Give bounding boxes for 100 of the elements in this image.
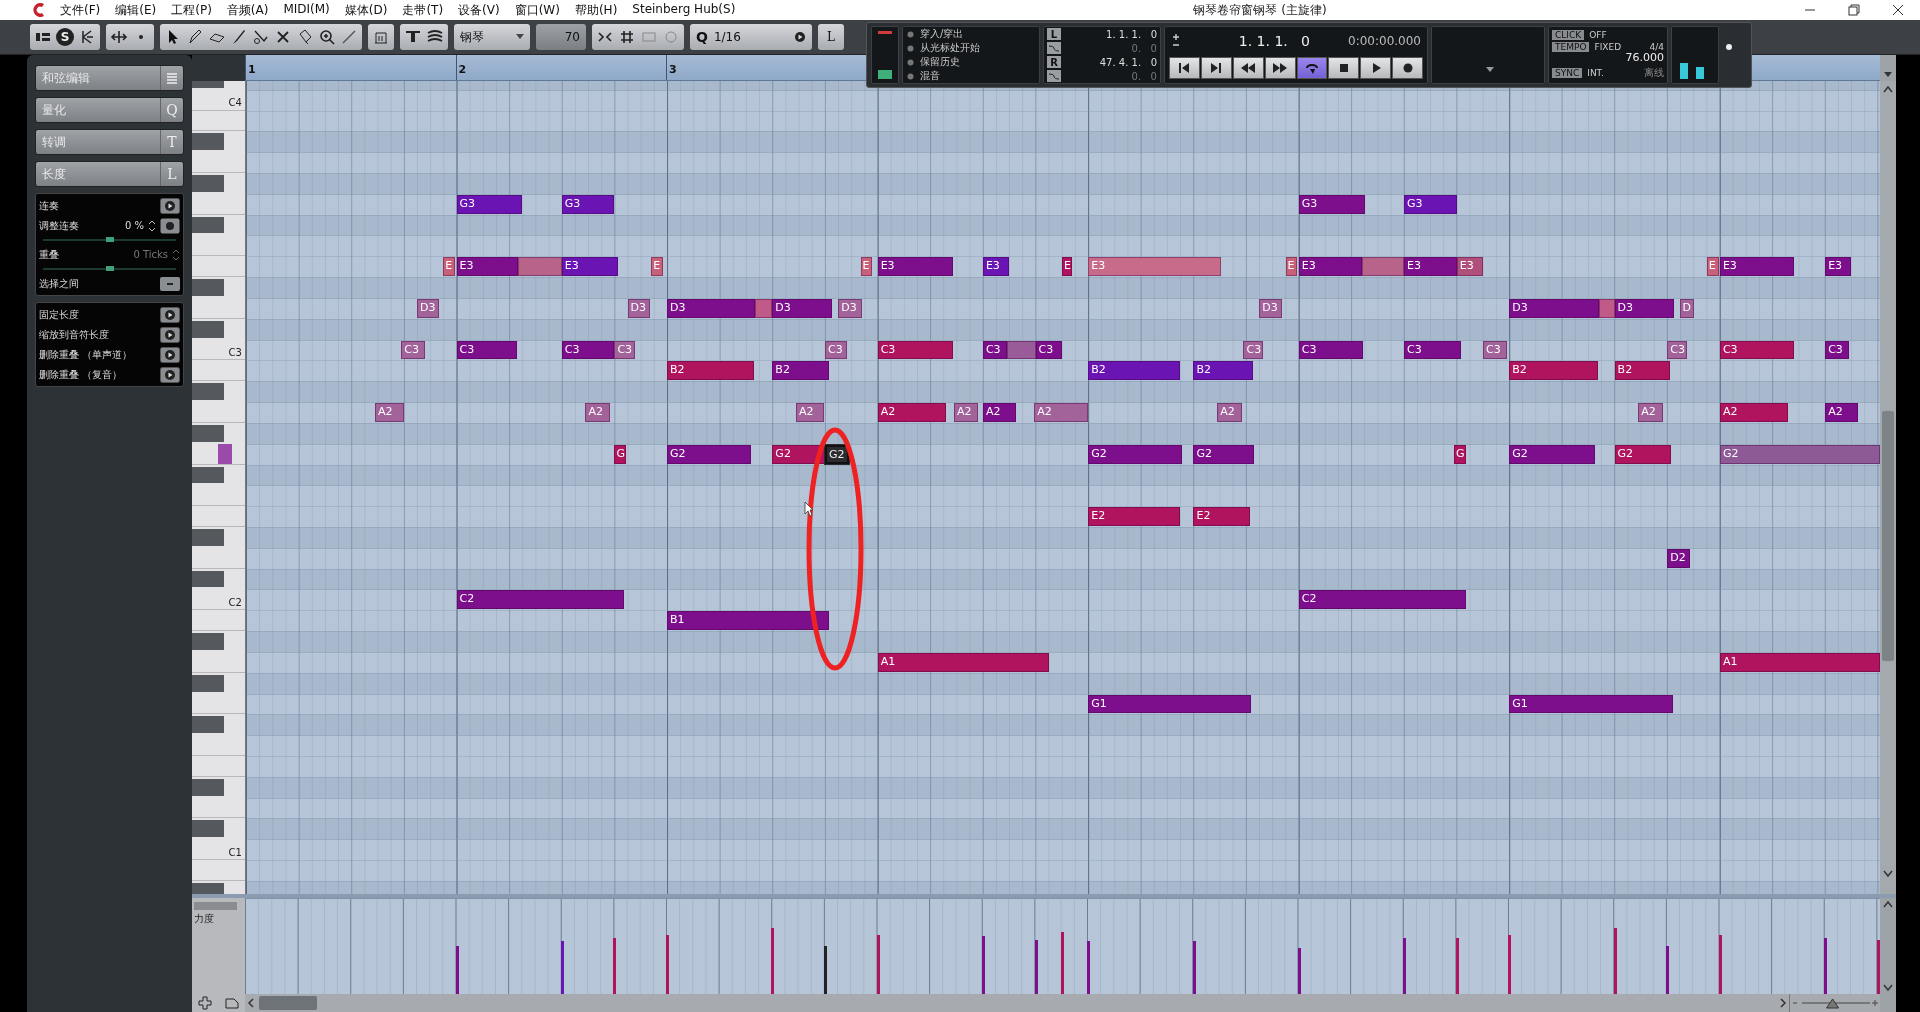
rewind-button[interactable] [1232, 57, 1264, 79]
note-grid[interactable] [245, 81, 1880, 894]
note-block[interactable]: C3 [1404, 340, 1461, 360]
menu-item[interactable]: 帮助(H) [574, 1, 618, 19]
slider-thumb[interactable] [1826, 998, 1840, 1009]
note-block[interactable]: D2 [1667, 548, 1690, 568]
cycle-button[interactable] [1296, 57, 1328, 79]
note-block[interactable]: A2 [796, 403, 824, 422]
note-block[interactable]: E [651, 257, 664, 277]
note-block[interactable]: B2 [667, 361, 754, 381]
note-block[interactable]: E3 [1298, 257, 1362, 277]
note-block[interactable]: B2 [1509, 361, 1598, 381]
mode-label[interactable]: 穿入/穿出 [920, 27, 964, 41]
note-block[interactable]: G3 [1298, 194, 1365, 214]
page-icon[interactable] [224, 996, 239, 1010]
instrument-dropdown[interactable]: 钢琴 [454, 24, 530, 50]
link-button[interactable] [160, 217, 180, 234]
sharp-key[interactable] [192, 466, 224, 484]
note-block[interactable] [755, 298, 773, 318]
note-block[interactable]: A2 [585, 403, 611, 422]
forward-button[interactable] [1264, 57, 1296, 79]
velocity-bar[interactable] [1403, 938, 1407, 994]
sharp-key[interactable] [192, 383, 224, 401]
note-block[interactable]: G [614, 444, 627, 464]
note-block[interactable]: G2 [667, 444, 752, 464]
note-block[interactable]: C3 [1719, 340, 1794, 360]
note-block[interactable]: C3 [456, 340, 518, 360]
note-block[interactable]: B1 [667, 611, 829, 631]
note-block[interactable]: B2 [1088, 361, 1181, 381]
brush-icon[interactable] [230, 28, 248, 46]
note-block[interactable] [1361, 257, 1405, 277]
note-block[interactable]: D3 [772, 298, 832, 318]
menu-item[interactable]: MIDI(M) [283, 1, 330, 19]
note-block[interactable]: G2 [825, 444, 849, 464]
sharp-key[interactable] [192, 716, 224, 734]
note-block[interactable]: E3 [1404, 257, 1457, 277]
note-block[interactable]: G2 [1509, 444, 1595, 464]
velocity-bar[interactable] [1087, 941, 1091, 994]
menu-item[interactable]: 文件(F) [60, 1, 101, 19]
note-block[interactable]: A2 [1825, 403, 1859, 422]
pencil-icon[interactable] [186, 28, 204, 46]
note-block[interactable]: A2 [1719, 403, 1789, 422]
highlighted-key[interactable] [192, 443, 245, 465]
note-block[interactable]: D3 [1509, 298, 1599, 318]
menu-item[interactable]: 窗口(W) [514, 1, 560, 19]
note-block[interactable]: D3 [667, 298, 756, 318]
note-block[interactable]: G1 [1509, 694, 1673, 714]
note-block[interactable]: E [1285, 257, 1298, 277]
note-block[interactable]: E [443, 257, 456, 277]
note-block[interactable]: C3 [825, 340, 848, 360]
slider[interactable] [43, 265, 176, 273]
note-block[interactable]: D [1680, 298, 1694, 318]
note-block[interactable]: E3 [877, 257, 953, 277]
curve-icon[interactable] [1048, 71, 1060, 81]
note-block[interactable]: A2 [1638, 403, 1664, 422]
note-block[interactable]: E3 [1719, 257, 1794, 277]
note-block[interactable] [518, 257, 562, 277]
note-block[interactable]: D3 [1614, 298, 1674, 318]
note-block[interactable]: E [1061, 257, 1073, 277]
note-block[interactable]: E3 [456, 257, 519, 277]
play-button[interactable] [160, 366, 180, 383]
velocity-lane[interactable] [245, 898, 1880, 994]
note-block[interactable]: G2 [1719, 444, 1880, 464]
note-block[interactable]: G2 [772, 444, 825, 464]
note-block[interactable]: E3 [1825, 257, 1852, 277]
velocity-bar[interactable] [1824, 938, 1828, 994]
volume-knob[interactable] [1726, 44, 1732, 50]
note-block[interactable]: C3 [614, 340, 636, 360]
quantize-dropdown[interactable]: Q 1/16 [690, 24, 812, 50]
sharp-key[interactable] [192, 882, 224, 894]
start-button[interactable] [1169, 57, 1200, 79]
note-block[interactable]: C3 [1667, 340, 1687, 360]
sharp-key[interactable] [192, 320, 224, 338]
sharp-key[interactable] [192, 216, 224, 234]
sharp-key[interactable] [192, 820, 224, 838]
grid-icon[interactable] [618, 28, 636, 46]
play-button[interactable] [160, 326, 180, 343]
sharp-key[interactable] [192, 424, 224, 442]
play-button[interactable] [160, 197, 180, 214]
sync-button[interactable]: SYNC [1552, 68, 1583, 79]
vertical-scrollbar[interactable] [1880, 81, 1896, 894]
toggle-button[interactable] [160, 276, 180, 291]
note-block[interactable]: C3 [1035, 340, 1062, 360]
note-block[interactable]: A2 [982, 403, 1016, 422]
play-button[interactable] [160, 306, 180, 323]
locator-value[interactable]: 0. 0 [1065, 70, 1157, 82]
value-field[interactable]: 0 % [124, 220, 144, 231]
note-block[interactable]: C3 [877, 340, 953, 360]
menu-item[interactable]: Steinberg Hub(S) [632, 1, 736, 19]
record-button[interactable] [1392, 57, 1423, 79]
autoscroll-icon[interactable] [110, 28, 128, 46]
mode-label[interactable]: 从光标处开始 [920, 41, 980, 55]
note-block[interactable]: G [1454, 444, 1466, 464]
menu-item[interactable]: 走带(T) [402, 1, 444, 19]
sharp-key[interactable] [192, 570, 224, 588]
marker-dropdown[interactable] [1431, 26, 1545, 84]
tempo-button[interactable]: TEMPO [1552, 41, 1590, 52]
piano-keyboard[interactable]: C4 C3 C2 C1 [192, 81, 246, 894]
play-button[interactable] [1360, 57, 1392, 79]
locator-value[interactable]: 0. 0 [1065, 42, 1157, 54]
